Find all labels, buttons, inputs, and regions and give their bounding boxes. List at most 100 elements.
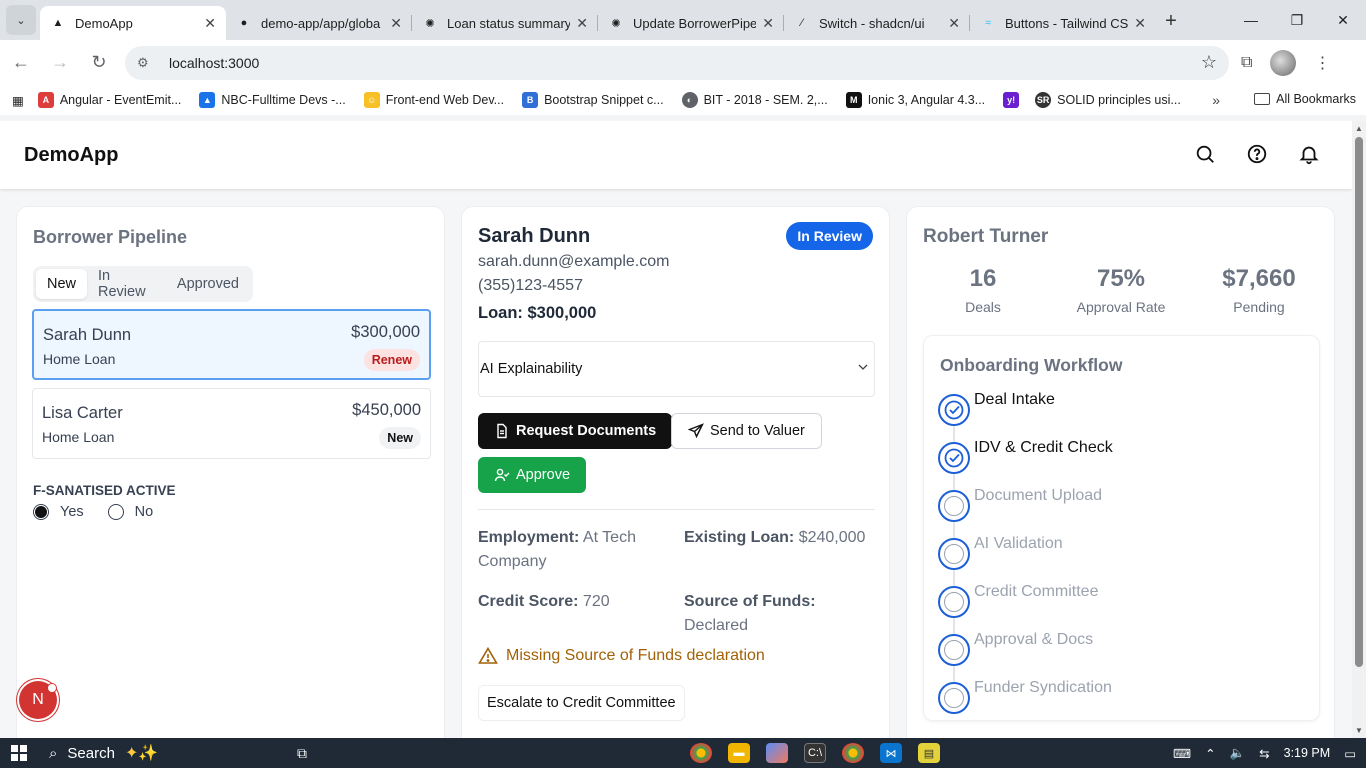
bookmark-item[interactable]: ▲ NBC-Fulltime Devs -... [199,92,346,108]
bookmark-item[interactable]: ☺ Front-end Web Dev... [363,92,504,108]
request-documents-button[interactable]: Request Documents [478,413,673,449]
restore-icon[interactable]: ❐ [1274,0,1320,40]
file-explorer-icon[interactable]: ▬ [728,743,750,763]
search-icon[interactable] [1194,143,1216,165]
volume-icon[interactable]: 🔈 [1230,746,1246,761]
tab-search-button[interactable]: ⌄ [6,5,36,35]
bell-icon[interactable] [1298,143,1320,165]
ai-explainability-accordion[interactable]: AI Explainability [478,341,875,397]
terminal-icon[interactable]: C:\ [804,743,826,763]
apps-icon[interactable]: ▦ [12,93,24,108]
bookmark-item[interactable]: B Bootstrap Snippet c... [522,92,664,108]
tab-approved[interactable]: Approved [166,269,250,299]
escalate-button[interactable]: Escalate to Credit Committee [478,685,685,721]
borrower-loan-type: Home Loan [43,351,116,367]
app-brand[interactable]: DemoApp [24,144,118,167]
close-tab-icon[interactable]: ✕ [762,15,774,32]
close-tab-icon[interactable]: ✕ [948,15,960,32]
browser-menu-icon[interactable]: ⋮ [1314,53,1330,73]
windows-taskbar: ⌕ Search ✦✨ ⧉ ▬ C:\ ⋈ ▤ ⌨ ⌃ 🔈 ⇆ 3:19 PM … [0,738,1366,768]
bookmark-item[interactable]: y! [1003,92,1025,108]
borrower-row-sarah-dunn[interactable]: Sarah Dunn Home Loan $300,000 Renew [32,309,431,380]
browser-tab-update-borrower[interactable]: ✺ Update BorrowerPipe ✕ [598,6,784,40]
pinned-apps: ▬ C:\ ⋈ ▤ [690,743,940,763]
close-tab-icon[interactable]: ✕ [576,15,588,32]
tailwind-icon: ≈ [984,17,992,29]
new-tab-button[interactable]: + [1156,6,1186,36]
chrome-icon[interactable] [690,743,712,763]
radio-no-label[interactable]: No [135,504,154,520]
close-tab-icon[interactable]: ✕ [204,15,216,32]
browser-tab-github[interactable]: ● demo-app/app/globa ✕ [226,6,412,40]
bookmark-item[interactable]: A Angular - EventEmit... [37,92,181,108]
ime-icon[interactable]: ⇆ [1259,746,1269,761]
browser-tab-shadcn[interactable]: ⁄ Switch - shadcn/ui ✕ [784,6,970,40]
taskbar-search[interactable]: ⌕ Search ✦✨ [49,743,279,763]
address-bar[interactable]: ⚙ localhost:3000 ☆ [125,45,1229,80]
notification-dot [47,683,57,693]
bookmark-item[interactable]: SR SOLID principles usi... [1035,92,1181,108]
scroll-up-icon[interactable]: ▲ [1355,124,1363,133]
extensions-icon[interactable]: ⧉ [1241,54,1252,72]
tab-in-review[interactable]: In Review [87,268,166,300]
close-window-icon[interactable]: ✕ [1320,0,1366,40]
back-icon[interactable]: ← [3,45,39,81]
yahoo-icon: y! [1003,92,1020,108]
bookmarks-bar: ▦ A Angular - EventEmit... ▲ NBC-Fulltime … [0,85,1366,115]
step-label: Document Upload [974,487,1103,504]
page-scrollbar[interactable]: ▲ ▼ [1352,121,1366,738]
clock[interactable]: 3:19 PM [1284,746,1331,760]
profile-avatar[interactable] [1270,49,1297,76]
site-info-icon[interactable]: ⚙ [137,55,155,71]
empty-circle-icon [938,538,970,570]
tab-new[interactable]: New [36,269,88,299]
chatgpt-icon: ✺ [611,17,621,30]
approve-label: Approve [516,467,571,483]
copilot-icon[interactable] [766,743,788,763]
borrower-amount: $450,000 [352,401,421,419]
workflow-step: Funder Syndication [938,679,1112,714]
url-text: localhost:3000 [169,54,260,71]
close-tab-icon[interactable]: ✕ [1134,15,1146,32]
minimize-icon[interactable]: — [1228,0,1274,40]
folder-icon [1254,93,1271,105]
bookmark-star-icon[interactable]: ☆ [1201,52,1217,73]
sparkle-icon: ✦✨ [124,745,159,762]
bookmark-item[interactable]: ◐ BIT - 2018 - SEM. 2,... [681,92,828,108]
field-label: Employment: [478,529,580,546]
chrome-active-icon[interactable] [842,743,864,763]
scrollbar-thumb[interactable] [1355,137,1363,667]
browser-tab-loan-status[interactable]: ✺ Loan status summary ✕ [412,6,598,40]
step-label: Deal Intake [974,391,1055,408]
tray-chevron-icon[interactable]: ⌃ [1205,746,1215,761]
approve-button[interactable]: Approve [478,457,587,493]
bookmark-label: NBC-Fulltime Devs -... [221,93,346,107]
warning-icon [478,646,498,664]
vscode-icon[interactable]: ⋈ [880,743,902,763]
app-header: DemoApp [0,121,1352,189]
tab-title: Loan status summary [447,15,571,31]
radio-yes[interactable] [33,504,49,520]
keyboard-icon[interactable]: ⌨ [1173,746,1191,761]
bookmark-item[interactable]: M Ionic 3, Angular 4.3... [845,92,985,108]
help-icon[interactable] [1246,143,1268,165]
task-view-icon[interactable]: ⧉ [297,745,307,762]
notifications-icon[interactable]: ▭ [1344,746,1356,761]
windows-start-icon[interactable] [11,745,27,761]
radio-no[interactable] [107,504,124,520]
forward-icon[interactable]: → [42,45,78,81]
reload-icon[interactable]: ↻ [81,45,117,81]
angular-icon: ▲ [52,17,64,29]
browser-tab-tailwind[interactable]: ≈ Buttons - Tailwind CS ✕ [970,6,1156,40]
notepad-icon[interactable]: ▤ [918,743,940,763]
bookmark-label: Bootstrap Snippet c... [544,93,664,107]
step-label: AI Validation [974,535,1063,552]
scroll-down-icon[interactable]: ▼ [1355,726,1363,735]
browser-tab-demoapp[interactable]: ▲ DemoApp ✕ [40,6,226,40]
borrower-row-lisa-carter[interactable]: Lisa Carter Home Loan $450,000 New [32,388,431,459]
more-bookmarks-icon[interactable]: » [1212,92,1220,108]
radio-yes-label[interactable]: Yes [60,504,84,520]
close-tab-icon[interactable]: ✕ [390,15,402,32]
send-to-valuer-button[interactable]: Send to Valuer [671,413,822,449]
all-bookmarks-button[interactable]: All Bookmarks [1254,92,1356,106]
